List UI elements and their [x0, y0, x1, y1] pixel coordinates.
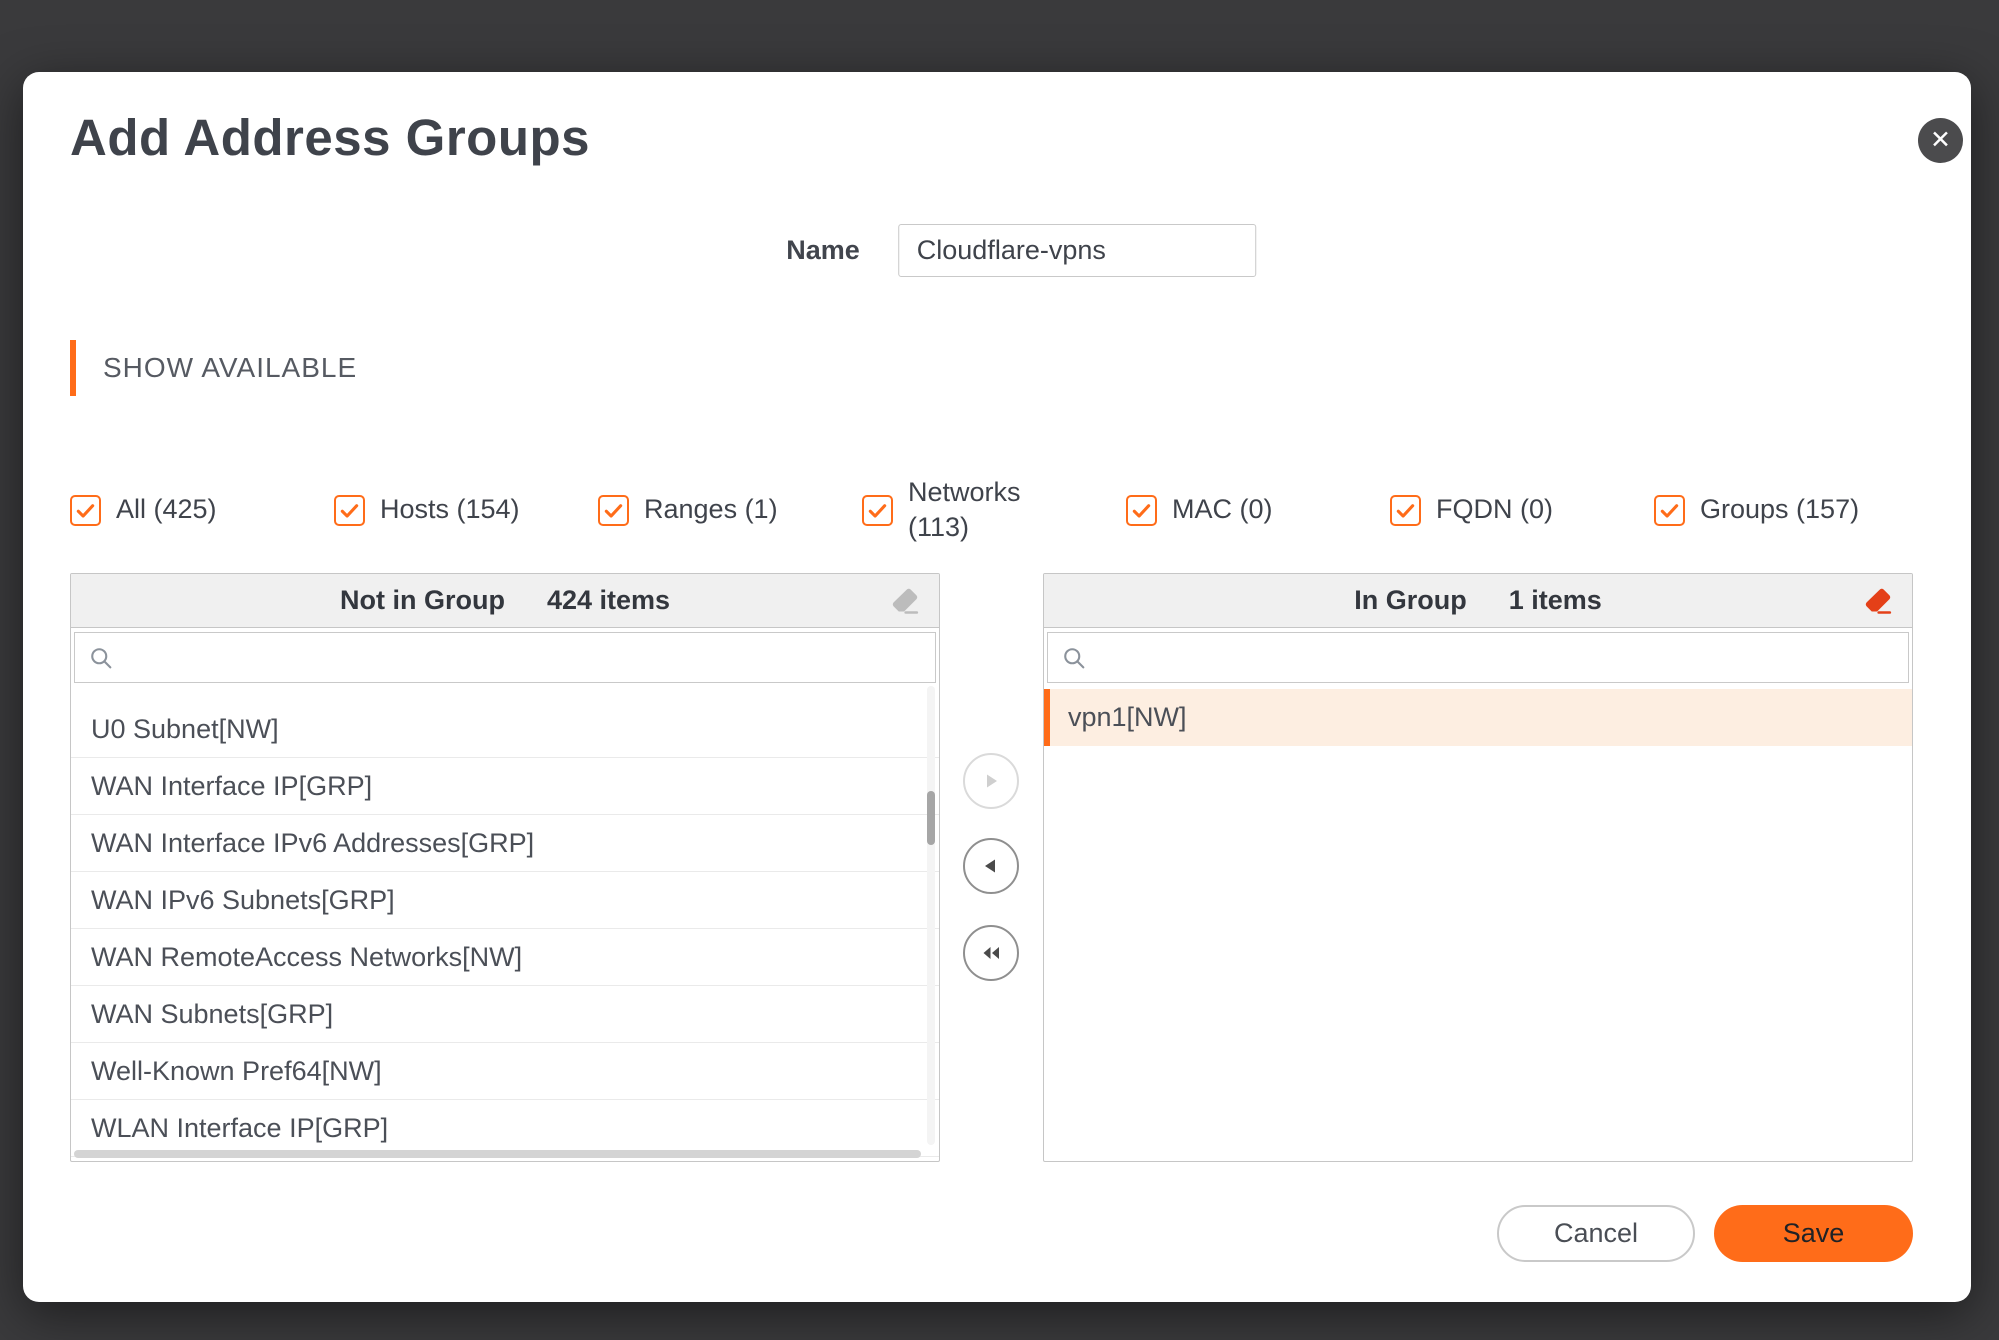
- filter-label: MAC (0): [1172, 494, 1273, 525]
- name-input[interactable]: [897, 224, 1256, 277]
- in-group-header: In Group 1 items: [1044, 574, 1912, 628]
- filter-ranges[interactable]: Ranges (1): [598, 474, 862, 546]
- dialog-title: Add Address Groups: [70, 109, 590, 166]
- filter-label: Groups (157): [1700, 494, 1860, 525]
- search-icon: [1064, 647, 1085, 668]
- list-item[interactable]: WAN Interface IPv6 Addresses[GRP]: [71, 815, 939, 872]
- double-left-arrow-icon: [983, 947, 999, 959]
- panel-title: In Group: [1354, 585, 1467, 615]
- filter-label: FQDN (0): [1436, 494, 1553, 525]
- checkbox-checked-icon: [1654, 494, 1685, 526]
- list-item[interactable]: WAN RemoteAccess Networks[NW]: [71, 929, 939, 986]
- filter-hosts[interactable]: Hosts (154): [334, 474, 598, 546]
- list-item[interactable]: WAN Interface IP[GRP]: [71, 758, 939, 815]
- name-field-row: Name: [786, 224, 1256, 277]
- checkbox-checked-icon: [862, 494, 893, 526]
- vertical-scrollbar-track: [927, 686, 935, 1145]
- list-item[interactable]: WLAN Interface IP[GRP]: [71, 1100, 939, 1157]
- not-in-group-header: Not in Group 424 items: [71, 574, 939, 628]
- move-right-button[interactable]: [963, 753, 1019, 809]
- name-label: Name: [786, 235, 860, 265]
- not-in-group-search: [74, 632, 936, 683]
- filter-fqdn[interactable]: FQDN (0): [1390, 474, 1654, 546]
- panel-item-count: 424 items: [546, 585, 671, 615]
- not-in-group-search-input[interactable]: [125, 633, 923, 682]
- list-item[interactable]: WAN Subnets[GRP]: [71, 986, 939, 1043]
- cancel-button[interactable]: Cancel: [1497, 1205, 1695, 1262]
- type-filter-row: All (425) Hosts (154) Ranges (1) Network…: [70, 474, 1859, 546]
- left-arrow-icon: [985, 859, 995, 873]
- filter-label: All (425): [116, 494, 217, 525]
- horizontal-scrollbar-thumb[interactable]: [74, 1150, 921, 1158]
- in-group-panel: In Group 1 items vpn1[NW]: [1043, 573, 1913, 1162]
- panel-title: Not in Group: [339, 585, 505, 615]
- list-item-selected[interactable]: vpn1[NW]: [1044, 689, 1912, 746]
- checkbox-checked-icon: [598, 494, 629, 526]
- filter-all[interactable]: All (425): [70, 474, 334, 546]
- right-arrow-icon: [987, 774, 997, 788]
- in-group-list: vpn1[NW]: [1044, 689, 1912, 746]
- clear-list-eraser-icon: [887, 583, 923, 619]
- checkbox-checked-icon: [1390, 494, 1421, 526]
- show-available-section: SHOW AVAILABLE: [70, 340, 357, 396]
- list-item[interactable]: U0 Subnet[NW]: [71, 701, 939, 758]
- checkbox-checked-icon: [70, 494, 101, 526]
- save-button[interactable]: Save: [1714, 1205, 1913, 1262]
- section-title: SHOW AVAILABLE: [103, 352, 358, 383]
- section-accent-bar: [70, 340, 76, 396]
- filter-label: Ranges (1): [644, 494, 778, 525]
- filter-label: Networks (113): [908, 476, 1021, 542]
- close-button[interactable]: ✕: [1918, 118, 1963, 163]
- list-item[interactable]: WAN IPv6 Subnets[GRP]: [71, 872, 939, 929]
- filter-mac[interactable]: MAC (0): [1126, 474, 1390, 546]
- close-icon: ✕: [1930, 126, 1951, 154]
- filter-groups[interactable]: Groups (157): [1654, 474, 1859, 546]
- not-in-group-list: U0 Subnet[NW] WAN Interface IP[GRP] WAN …: [71, 701, 939, 1157]
- checkbox-checked-icon: [334, 494, 365, 526]
- filter-label: Hosts (154): [380, 494, 520, 525]
- search-icon: [91, 647, 112, 668]
- vertical-scrollbar-thumb[interactable]: [927, 791, 935, 845]
- panel-item-count: 1 items: [1508, 585, 1602, 615]
- list-item[interactable]: Well-Known Pref64[NW]: [71, 1043, 939, 1100]
- move-left-button[interactable]: [963, 838, 1019, 894]
- dimmed-background-overlay: Add Address Groups ✕ Name SHOW AVAILABLE…: [0, 0, 1999, 1340]
- add-address-groups-dialog: Add Address Groups ✕ Name SHOW AVAILABLE…: [23, 72, 1971, 1302]
- filter-networks[interactable]: Networks (113): [862, 474, 1126, 546]
- clear-list-eraser-icon[interactable]: [1860, 583, 1896, 619]
- not-in-group-panel: Not in Group 424 items U0 Subnet[NW] WAN…: [70, 573, 940, 1162]
- checkbox-checked-icon: [1126, 494, 1157, 526]
- in-group-search: [1047, 632, 1909, 683]
- move-all-left-button[interactable]: [963, 925, 1019, 981]
- in-group-search-input[interactable]: [1098, 633, 1896, 682]
